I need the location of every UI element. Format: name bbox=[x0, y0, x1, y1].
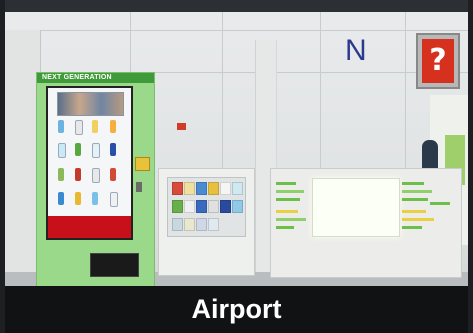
green-label-strip bbox=[402, 198, 428, 201]
product-icon bbox=[75, 192, 81, 205]
caption-bar: Airport bbox=[5, 286, 468, 333]
left-frame-edge bbox=[0, 0, 5, 333]
wall-alarm bbox=[177, 123, 186, 130]
green-label-strip bbox=[276, 226, 294, 229]
sim-card-package bbox=[196, 182, 207, 195]
sim-card-package bbox=[172, 200, 183, 213]
ticket-kiosk-screen bbox=[312, 178, 400, 237]
sim-card-package bbox=[184, 182, 195, 195]
green-label-strip bbox=[402, 182, 424, 185]
sim-card-package bbox=[232, 182, 243, 195]
coin-slot bbox=[135, 157, 150, 171]
sim-card-package bbox=[184, 200, 195, 213]
product-icon bbox=[92, 120, 98, 133]
product-icon bbox=[92, 192, 98, 205]
wall-panel-seam bbox=[222, 12, 223, 172]
product-icon bbox=[110, 120, 116, 133]
gate-letter-sign: N bbox=[345, 34, 367, 67]
product-icon bbox=[110, 143, 116, 156]
product-icon bbox=[58, 168, 64, 181]
sim-card-package bbox=[208, 200, 219, 213]
screen-red-panel bbox=[48, 216, 131, 238]
sim-card-package bbox=[172, 218, 183, 231]
sim-card-package bbox=[208, 218, 219, 231]
green-label-strip bbox=[276, 182, 296, 185]
sim-card-package bbox=[184, 218, 195, 231]
product-icon bbox=[58, 143, 66, 158]
yellow-label-strip bbox=[276, 210, 298, 213]
yellow-label-strip bbox=[402, 218, 434, 221]
green-label-strip bbox=[402, 226, 422, 229]
green-label-strip bbox=[276, 190, 304, 193]
dispense-tray bbox=[90, 253, 139, 277]
yellow-label-strip bbox=[402, 210, 426, 213]
green-label-strip bbox=[276, 218, 306, 221]
product-icon bbox=[110, 192, 118, 207]
wall-panel-seam bbox=[0, 30, 473, 31]
wall-panel-seam bbox=[405, 12, 406, 172]
right-frame-edge bbox=[468, 0, 473, 333]
product-icon bbox=[92, 143, 100, 158]
card-slot bbox=[136, 182, 142, 192]
green-label-strip bbox=[276, 198, 300, 201]
ceiling bbox=[0, 0, 473, 12]
sim-card-package bbox=[196, 218, 207, 231]
green-label-strip bbox=[430, 202, 450, 205]
product-icon bbox=[58, 192, 64, 205]
vending-machine: NEXT GENERATION bbox=[36, 72, 155, 288]
sim-card-package bbox=[232, 200, 243, 213]
wall-panel-seam bbox=[320, 12, 321, 172]
machine-header-band: NEXT GENERATION bbox=[37, 73, 154, 83]
caption-text: Airport bbox=[191, 294, 282, 324]
product-icon bbox=[110, 168, 116, 181]
sim-card-package bbox=[220, 182, 231, 195]
sim-card-package bbox=[220, 200, 231, 213]
sim-card-package bbox=[172, 182, 183, 195]
sim-card-package bbox=[208, 182, 219, 195]
airport-photo: N ? NEXT GENERATION Airport bbox=[0, 0, 473, 333]
help-sign: ? bbox=[416, 33, 460, 89]
vending-touchscreen bbox=[46, 86, 133, 240]
sim-card-package bbox=[196, 200, 207, 213]
product-icon bbox=[75, 168, 81, 181]
green-label-strip bbox=[402, 190, 432, 193]
product-icon bbox=[58, 120, 64, 133]
machine-brand-text: NEXT GENERATION bbox=[42, 74, 112, 81]
screen-banner-photo bbox=[57, 92, 124, 116]
product-icon bbox=[75, 143, 81, 156]
card-display-shelf bbox=[167, 177, 246, 237]
question-mark-icon: ? bbox=[422, 39, 454, 83]
product-icon bbox=[92, 168, 100, 183]
screen-product-area bbox=[48, 88, 131, 216]
product-icon bbox=[75, 120, 83, 135]
